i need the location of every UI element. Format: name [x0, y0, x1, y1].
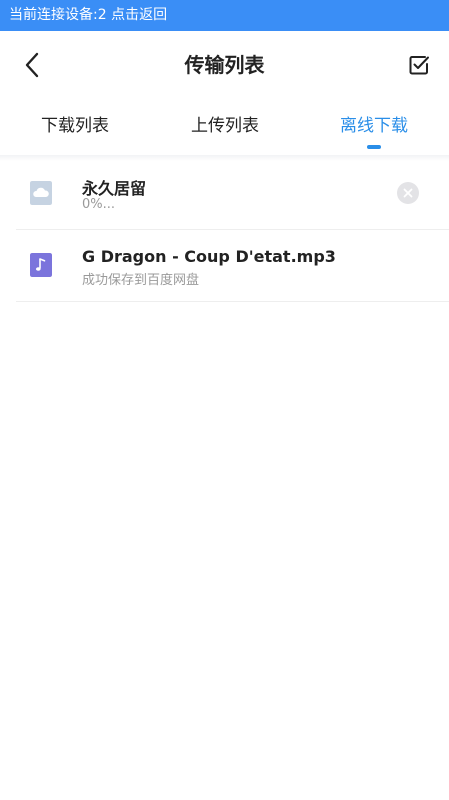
chevron-left-icon [25, 52, 39, 78]
list-item[interactable]: 永久居留 0%... [16, 158, 449, 230]
item-title: G Dragon - Coup D'etat.mp3 [82, 247, 336, 266]
music-file-icon [30, 253, 52, 277]
item-status: 成功保存到百度网盘 [82, 273, 200, 288]
item-status: 0%... [82, 197, 116, 212]
item-title: 永久居留 [82, 179, 147, 198]
tab-upload-list[interactable]: 上传列表 [150, 99, 300, 157]
title-bar: 传输列表 [0, 31, 449, 99]
tab-download-list[interactable]: 下载列表 [0, 99, 150, 157]
cloud-file-icon [30, 181, 52, 205]
edit-button[interactable] [401, 49, 437, 81]
active-tab-indicator [367, 145, 381, 149]
back-button[interactable] [14, 49, 50, 81]
status-banner[interactable]: 当前连接设备:2 点击返回 [0, 0, 449, 31]
page-title: 传输列表 [184, 53, 265, 77]
cancel-button[interactable] [397, 182, 419, 204]
tab-bar: 下载列表 上传列表 离线下载 [0, 99, 449, 157]
list-item[interactable]: G Dragon - Coup D'etat.mp3 成功保存到百度网盘 [16, 230, 449, 302]
transfer-list: 永久居留 0%... G Dragon - Coup D'etat.mp3 成功… [0, 158, 449, 302]
close-icon [403, 188, 413, 198]
checkbox-edit-icon [409, 56, 429, 75]
